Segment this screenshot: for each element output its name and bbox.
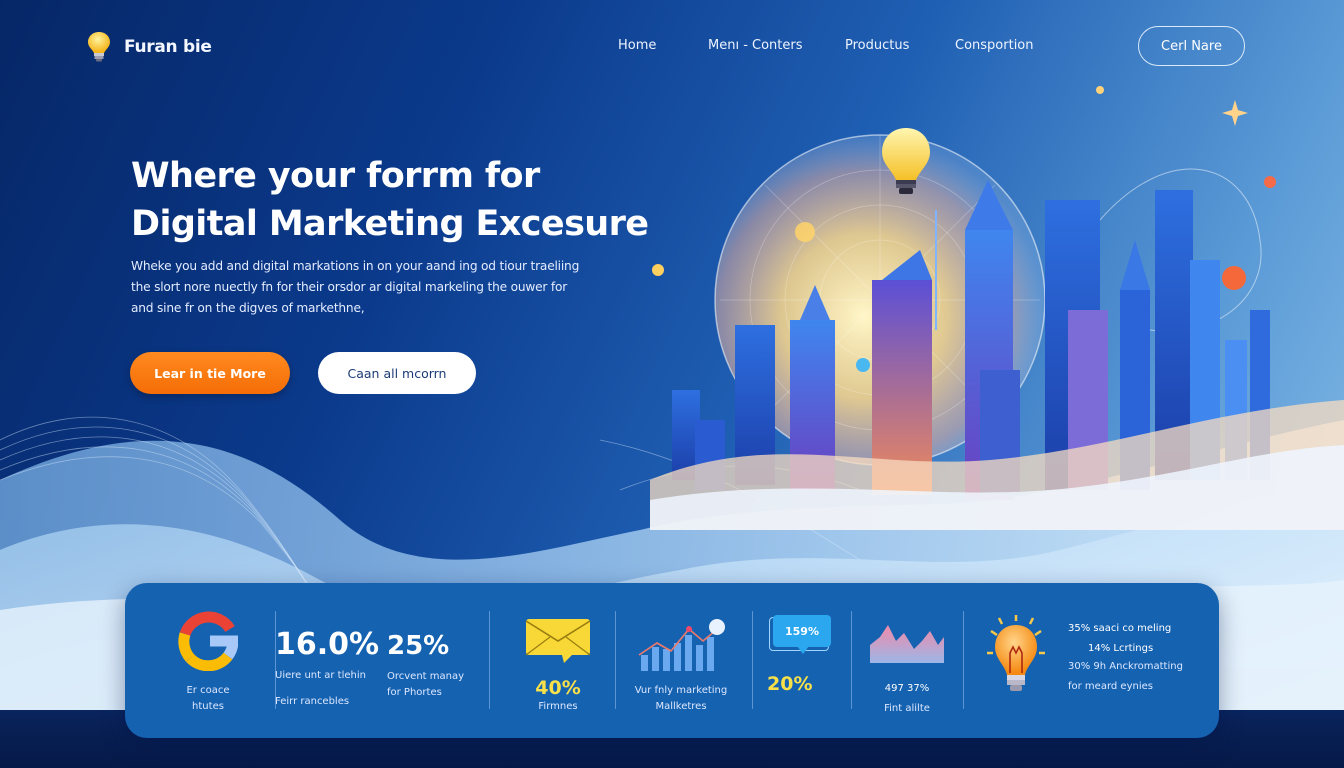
stat-insight-text: 35% saaci co meling 14% Lcrtings 30% 9h … (1068, 621, 1183, 695)
area-chart-icon (870, 625, 944, 663)
growth-label-line1: Vur fnly marketing (634, 685, 728, 696)
metric2-label-line1: Orcvent manay (387, 671, 465, 682)
bar-chart-icon (638, 619, 725, 671)
nav-item-home[interactable]: Home (618, 38, 708, 53)
stat-area: 497 37% Fint alilte (867, 623, 947, 717)
main-nav: Home Menı - Conters Productus Consportio… (618, 38, 1095, 53)
email-value: 40% (535, 677, 581, 699)
stat-email: 40% Firmnes (523, 617, 593, 715)
stat-google: Er coace htutes (173, 611, 243, 715)
nav-item-consportion[interactable]: Consportion (955, 38, 1095, 53)
divider (615, 611, 616, 709)
stat-metric2: 25% Orcvent manay for Phortes (387, 631, 464, 701)
brand-logo[interactable]: Furan bie (86, 30, 212, 64)
chat-value: 20% (767, 673, 813, 695)
divider (489, 611, 490, 709)
area-label: Fint alilte (884, 703, 930, 714)
divider (963, 611, 964, 709)
nav-item-products[interactable]: Productus (845, 38, 955, 53)
city-skyline-illustration (650, 86, 1344, 530)
lightbulb-icon (88, 32, 110, 62)
google-label-line1: Er coace (186, 685, 230, 696)
hero-description: Wheke you add and digital markations in … (131, 259, 580, 315)
learn-more-button[interactable]: Lear in tie More (130, 352, 290, 394)
email-label: Firmnes (538, 701, 578, 712)
hero-title-line1: Where your forrm for (131, 156, 540, 196)
header-cta-button[interactable]: Cerl Nare (1138, 26, 1245, 66)
envelope-icon (525, 619, 591, 663)
insight-line3: 30% 9h Anckromatting (1068, 661, 1183, 672)
metric1-label: Uiere unt ar tlehin (275, 670, 366, 681)
growth-label-line2: Mallketres (655, 701, 707, 712)
insight-line2: 14% Lcrtings (1088, 643, 1154, 654)
metric1-sub: Feirr rancebles (275, 696, 350, 707)
google-label-line2: htutes (192, 701, 224, 712)
stat-growth: Vur fnly marketing Mallketres (631, 617, 731, 715)
lightbulb-icon (987, 615, 1045, 691)
secondary-cta-button[interactable]: Caan all mcorrn (318, 352, 476, 394)
metric2-label-line2: for Phortes (387, 687, 442, 698)
stat-metric1: 16.0% Uiere unt ar tlehin Feirr ranceble… (275, 627, 379, 710)
chat-bubble-value: 159% (773, 615, 831, 647)
divider (851, 611, 852, 709)
google-g-icon (178, 611, 239, 672)
hero-title-line2: Digital Marketing Excesure (131, 204, 649, 244)
metric1-value: 16.0% (275, 627, 380, 662)
brand-name: Furan bie (124, 37, 212, 57)
stat-chat: 159% 20% (767, 615, 837, 695)
stats-panel: Er coace htutes 16.0% Uiere unt ar tlehi… (125, 583, 1219, 738)
insight-line4: for meard eynies (1068, 681, 1153, 692)
chat-bubble-icon: 159% (767, 615, 831, 659)
nav-item-menu-conters[interactable]: Menı - Conters (708, 38, 845, 53)
stat-insight (985, 613, 1047, 709)
insight-line1: 35% saaci co meling (1068, 623, 1172, 634)
metric2-value: 25% (387, 631, 450, 661)
hero-title: Where your forrm for Digital Marketing E… (131, 152, 691, 248)
divider (752, 611, 753, 709)
area-value: 497 37% (884, 683, 930, 694)
